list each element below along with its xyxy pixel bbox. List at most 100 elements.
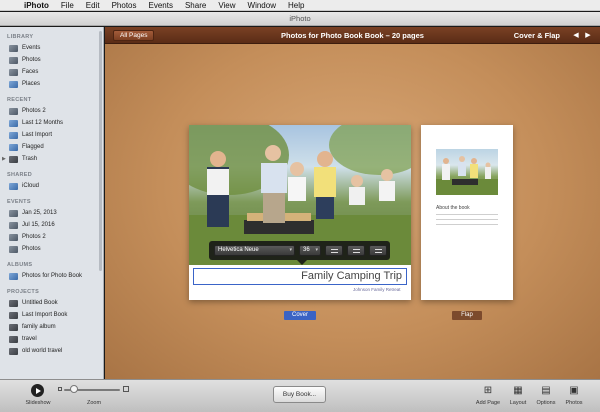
flap-page-label: Flap xyxy=(452,311,482,320)
add-page-button[interactable]: ⊞ Add Page xyxy=(475,383,501,411)
previous-page-icon[interactable]: ◀ xyxy=(571,30,581,41)
faces-icon xyxy=(9,68,18,76)
photos-label: Photos xyxy=(565,400,583,406)
sidebar-item-photos-2[interactable]: Photos 2 xyxy=(0,105,103,117)
sidebar-item-label: Trash xyxy=(22,156,38,162)
sidebar-item-event-2[interactable]: Jul 15, 2016 xyxy=(0,219,103,231)
flap-photo[interactable] xyxy=(436,149,498,195)
sidebar-item-label: Photos xyxy=(22,246,41,252)
cover-title-textbox[interactable]: Family Camping Trip xyxy=(193,268,407,285)
zoom-label: Zoom xyxy=(86,400,102,406)
sidebar-item-event-3[interactable]: Photos 2 xyxy=(0,231,103,243)
sidebar-item-project-4[interactable]: travel xyxy=(0,333,103,345)
zoom-slider-knob[interactable] xyxy=(70,385,78,393)
layout-icon: ▦ xyxy=(513,385,523,396)
sidebar-item-label: Events xyxy=(22,45,41,51)
flap-text-placeholder xyxy=(436,214,498,229)
photos-browser-icon: ▣ xyxy=(569,385,579,396)
sidebar-heading-shared: SHARED xyxy=(7,172,33,178)
zoom-in-icon[interactable] xyxy=(123,386,129,392)
sidebar-item-project-2[interactable]: Last Import Book xyxy=(0,309,103,321)
cover-subtitle-text[interactable]: Johnson Family Retreat xyxy=(353,287,401,292)
sidebar-item-events[interactable]: Events xyxy=(0,42,103,54)
menu-photos[interactable]: Photos xyxy=(106,0,143,11)
sidebar-item-flagged[interactable]: Flagged xyxy=(0,141,103,153)
sidebar-item-label: Jul 15, 2016 xyxy=(22,222,55,228)
sidebar-item-label: Faces xyxy=(22,69,39,75)
sidebar-item-label: Flagged xyxy=(22,144,44,150)
align-right-button[interactable] xyxy=(369,245,387,256)
album-icon xyxy=(9,272,18,280)
align-left-icon xyxy=(331,249,338,253)
event-thumbnail-icon xyxy=(9,245,18,253)
sidebar-item-label: Photos xyxy=(22,57,41,63)
cover-page-label: Cover xyxy=(284,311,316,320)
menu-file[interactable]: File xyxy=(55,0,80,11)
event-thumbnail-icon xyxy=(9,221,18,229)
chevron-down-icon: ▾ xyxy=(315,247,318,253)
menu-edit[interactable]: Edit xyxy=(80,0,106,11)
menu-share[interactable]: Share xyxy=(179,0,212,11)
sidebar-item-label: Places xyxy=(22,81,41,87)
sidebar-item-label: family album xyxy=(22,324,56,330)
sidebar-item-project-1[interactable]: Untitled Book xyxy=(0,297,103,309)
book-icon xyxy=(9,323,18,331)
icloud-icon xyxy=(9,182,18,190)
sidebar-item-event-4[interactable]: Photos xyxy=(0,243,103,255)
sidebar-item-places[interactable]: Places xyxy=(0,78,103,90)
menu-view[interactable]: View xyxy=(212,0,241,11)
flag-icon xyxy=(9,143,18,151)
book-icon xyxy=(9,299,18,307)
events-icon xyxy=(9,44,18,52)
slideshow-button[interactable] xyxy=(31,384,44,397)
font-size-dropdown[interactable]: 36 ▾ xyxy=(299,245,321,256)
flap-page[interactable]: About the book xyxy=(421,125,513,300)
text-format-popover: Helvetica Neue ▾ 36 ▾ xyxy=(209,241,390,265)
disclosure-triangle-icon[interactable]: ▶ xyxy=(2,156,8,162)
align-left-button[interactable] xyxy=(325,245,343,256)
zoom-out-icon[interactable] xyxy=(58,387,62,391)
book-title: Photos for Photo Book Book – 20 pages xyxy=(281,31,424,40)
sidebar-item-photos[interactable]: Photos xyxy=(0,54,103,66)
event-thumbnail-icon xyxy=(9,233,18,241)
sidebar-item-project-3[interactable]: family album xyxy=(0,321,103,333)
sidebar-item-faces[interactable]: Faces xyxy=(0,66,103,78)
sidebar: LIBRARY Events Photos Faces Places RECEN… xyxy=(0,27,104,379)
menu-bar: iPhoto File Edit Photos Events Share Vie… xyxy=(0,0,600,11)
sidebar-item-last-import[interactable]: Last Import xyxy=(0,129,103,141)
book-editor: All Pages Photos for Photo Book Book – 2… xyxy=(105,27,600,379)
menu-events[interactable]: Events xyxy=(142,0,178,11)
menu-app-name[interactable]: iPhoto xyxy=(18,0,55,11)
sidebar-item-album[interactable]: Photos for Photo Book xyxy=(0,270,103,282)
sidebar-item-label: travel xyxy=(22,336,37,342)
layout-button[interactable]: ▦ Layout xyxy=(505,383,531,411)
sidebar-item-event-1[interactable]: Jan 25, 2013 xyxy=(0,207,103,219)
align-center-button[interactable] xyxy=(347,245,365,256)
font-size-value: 36 xyxy=(303,247,310,253)
buy-book-button[interactable]: Buy Book... xyxy=(273,386,326,403)
menu-help[interactable]: Help xyxy=(282,0,310,11)
sidebar-item-label: Photos 2 xyxy=(22,108,46,114)
add-page-label: Add Page xyxy=(475,400,501,406)
flap-heading[interactable]: About the book xyxy=(436,205,470,211)
text-line xyxy=(436,214,498,215)
book-icon xyxy=(9,311,18,319)
sidebar-item-project-5[interactable]: old world travel xyxy=(0,345,103,357)
sidebar-scrollbar[interactable] xyxy=(99,31,102,271)
import-icon xyxy=(9,131,18,139)
photos-icon xyxy=(9,107,18,115)
options-button[interactable]: ▤ Options xyxy=(533,383,559,411)
cover-title-text: Family Camping Trip xyxy=(301,270,402,282)
next-page-icon[interactable]: ▶ xyxy=(583,30,593,41)
sidebar-item-icloud[interactable]: iCloud xyxy=(0,180,103,192)
sidebar-heading-library: LIBRARY xyxy=(7,34,34,40)
photos-button[interactable]: ▣ Photos xyxy=(561,383,587,411)
menu-window[interactable]: Window xyxy=(242,0,282,11)
sidebar-item-label: Last Import Book xyxy=(22,312,68,318)
window-title-bar: iPhoto xyxy=(0,12,600,26)
sidebar-item-trash[interactable]: ▶ Trash xyxy=(0,153,103,165)
sidebar-item-last-12-months[interactable]: Last 12 Months xyxy=(0,117,103,129)
sidebar-item-label: Jan 25, 2013 xyxy=(22,210,57,216)
all-pages-button[interactable]: All Pages xyxy=(113,30,155,41)
font-family-dropdown[interactable]: Helvetica Neue ▾ xyxy=(214,245,295,256)
